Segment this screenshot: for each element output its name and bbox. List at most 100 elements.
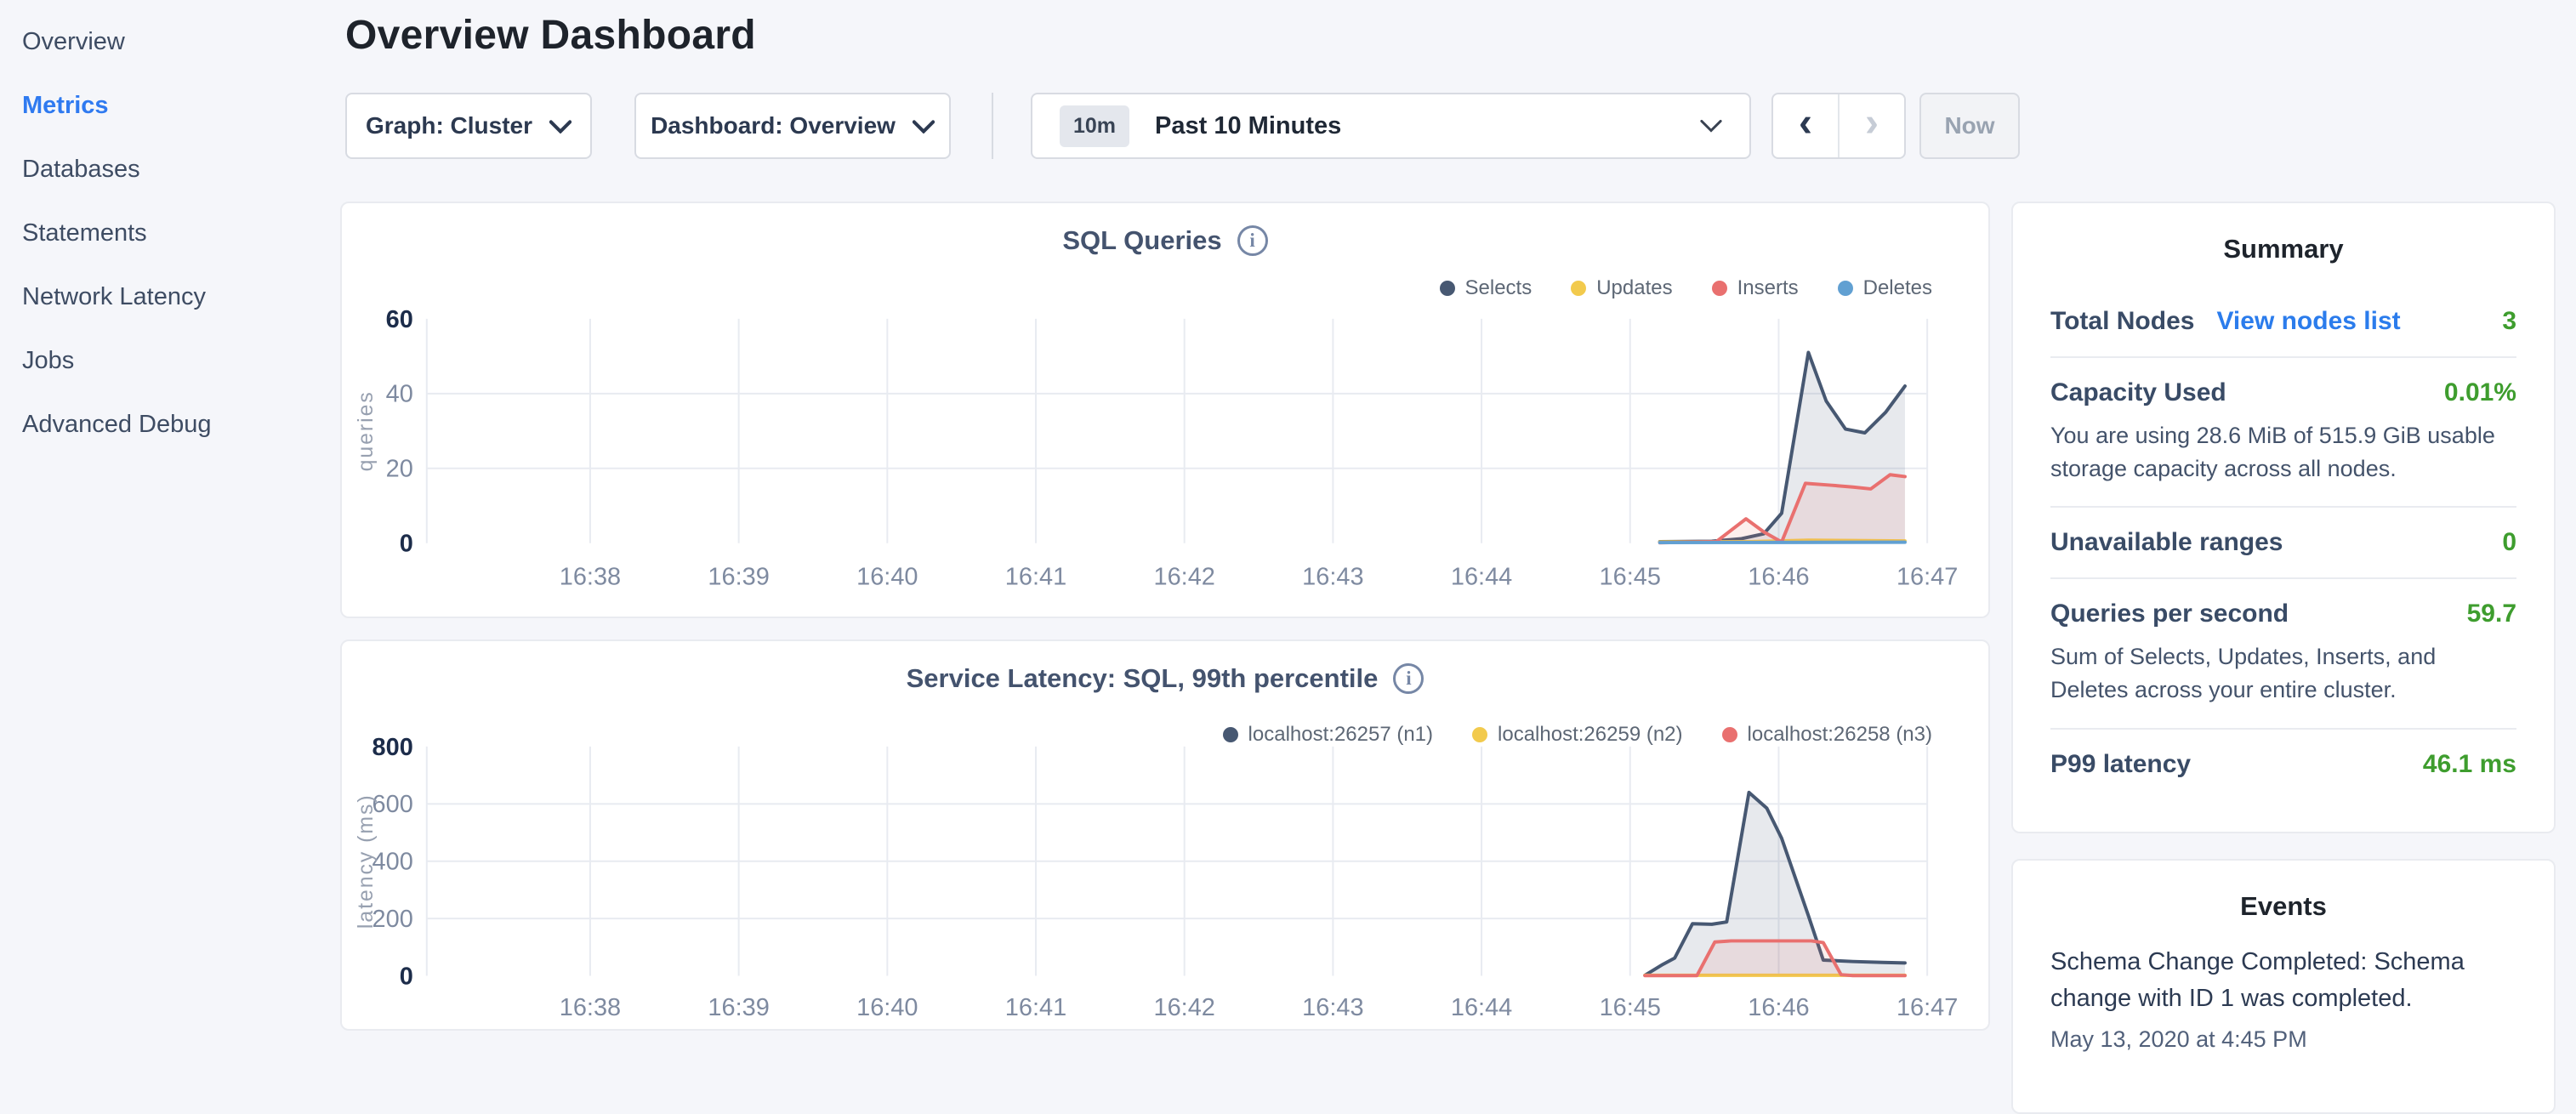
- summary-title: Summary: [2050, 234, 2516, 264]
- legend-item[interactable]: localhost:26258 (n3): [1722, 723, 1932, 747]
- summary-row-queries-per-second: Queries per second 59.7 Sum of Selects, …: [2050, 577, 2516, 727]
- chart-title: SQL Queries: [1062, 225, 1221, 256]
- sidebar: Overview Metrics Databases Statements Ne…: [0, 0, 340, 457]
- svg-text:20: 20: [386, 456, 413, 483]
- svg-text:0: 0: [400, 963, 413, 991]
- legend-label: Inserts: [1737, 276, 1799, 300]
- legend-label: localhost:26259 (n2): [1498, 723, 1682, 747]
- legend-dot-icon: [1472, 727, 1487, 742]
- toolbar: Graph: Cluster Dashboard: Overview 10m P…: [345, 93, 2576, 159]
- info-icon[interactable]: i: [1393, 663, 1424, 694]
- sidebar-item-metrics[interactable]: Metrics: [0, 74, 340, 138]
- svg-text:16:39: 16:39: [708, 994, 769, 1021]
- charts-column: SQL Queries i Selects Updates Inserts Delet…: [340, 202, 1990, 1114]
- time-pager: ‹ ›: [1771, 93, 1906, 159]
- svg-text:16:40: 16:40: [856, 994, 918, 1021]
- view-nodes-list-link[interactable]: View nodes list: [2216, 307, 2400, 336]
- dashboard-dropdown-label: Dashboard: Overview: [651, 112, 896, 139]
- sidebar-item-databases[interactable]: Databases: [0, 138, 340, 202]
- time-window-label: Past 10 Minutes: [1155, 112, 1341, 140]
- next-time-button[interactable]: ›: [1840, 94, 1904, 157]
- sidebar-item-network-latency[interactable]: Network Latency: [0, 265, 340, 329]
- legend-label: Updates: [1596, 276, 1672, 300]
- events-title: Events: [2050, 891, 2516, 922]
- svg-text:16:38: 16:38: [560, 563, 621, 590]
- events-panel: Events Schema Change Completed: Schema c…: [2011, 859, 2556, 1114]
- summary-label: P99 latency: [2050, 750, 2191, 779]
- summary-value: 0: [2502, 528, 2516, 557]
- chart-legend: localhost:26257 (n1) localhost:26259 (n2)…: [1223, 723, 1932, 747]
- chart-title: Service Latency: SQL, 99th percentile: [907, 663, 1379, 694]
- legend-item[interactable]: Selects: [1440, 276, 1533, 300]
- chevron-down-icon: [1700, 119, 1722, 133]
- event-text: Schema Change Completed: Schema change w…: [2050, 944, 2516, 1018]
- svg-text:16:44: 16:44: [1451, 563, 1512, 590]
- legend-dot-icon: [1571, 281, 1586, 296]
- svg-text:16:43: 16:43: [1302, 563, 1363, 590]
- summary-value: 59.7: [2467, 600, 2516, 628]
- legend-item[interactable]: Updates: [1571, 276, 1672, 300]
- summary-row-total-nodes: Total Nodes View nodes list 3: [2050, 287, 2516, 356]
- sidebar-item-advanced-debug[interactable]: Advanced Debug: [0, 393, 340, 457]
- summary-subtext: Sum of Selects, Updates, Inserts, and De…: [2050, 640, 2516, 707]
- svg-text:200: 200: [372, 906, 413, 933]
- svg-text:0: 0: [400, 531, 413, 558]
- summary-panel: Summary Total Nodes View nodes list 3 Ca…: [2011, 202, 2556, 833]
- sidebar-item-overview[interactable]: Overview: [0, 10, 340, 74]
- sidebar-item-statements[interactable]: Statements: [0, 202, 340, 265]
- event-item[interactable]: Schema Change Completed: Schema change w…: [2050, 944, 2516, 1053]
- svg-text:latency (ms): latency (ms): [354, 793, 378, 929]
- legend-item[interactable]: Deletes: [1838, 276, 1932, 300]
- legend-label: Deletes: [1863, 276, 1932, 300]
- svg-text:16:45: 16:45: [1600, 563, 1661, 590]
- svg-text:60: 60: [386, 306, 413, 333]
- summary-label: Queries per second: [2050, 600, 2289, 628]
- legend-dot-icon: [1712, 281, 1727, 296]
- legend-dot-icon: [1722, 727, 1737, 742]
- summary-label: Total Nodes: [2050, 307, 2194, 336]
- service-latency-chart-card: Service Latency: SQL, 99th percentile i …: [340, 639, 1990, 1031]
- svg-text:16:41: 16:41: [1005, 994, 1066, 1021]
- chevron-down-icon: [913, 112, 935, 139]
- now-button[interactable]: Now: [1919, 93, 2020, 159]
- svg-text:400: 400: [372, 849, 413, 876]
- legend-dot-icon: [1838, 281, 1853, 296]
- sql-queries-chart[interactable]: 16:3816:3916:4016:4116:4216:4316:4416:45…: [342, 203, 1988, 617]
- svg-text:16:41: 16:41: [1005, 563, 1066, 590]
- summary-row-capacity-used: Capacity Used 0.01% You are using 28.6 M…: [2050, 356, 2516, 506]
- svg-text:16:45: 16:45: [1600, 994, 1661, 1021]
- page-title: Overview Dashboard: [345, 12, 2576, 59]
- summary-subtext: You are using 28.6 MiB of 515.9 GiB usab…: [2050, 419, 2516, 486]
- sidebar-item-jobs[interactable]: Jobs: [0, 329, 340, 393]
- side-column: Summary Total Nodes View nodes list 3 Ca…: [2011, 202, 2556, 1114]
- summary-label: Capacity Used: [2050, 378, 2226, 407]
- svg-text:16:46: 16:46: [1748, 563, 1809, 590]
- sql-queries-chart-card: SQL Queries i Selects Updates Inserts Delet…: [340, 202, 1990, 618]
- graph-dropdown[interactable]: Graph: Cluster: [345, 93, 592, 159]
- legend-item[interactable]: localhost:26257 (n1): [1223, 723, 1433, 747]
- legend-dot-icon: [1440, 281, 1455, 296]
- legend-item[interactable]: Inserts: [1712, 276, 1799, 300]
- summary-value: 46.1 ms: [2423, 750, 2516, 779]
- legend-label: localhost:26258 (n3): [1748, 723, 1932, 747]
- svg-text:800: 800: [372, 734, 413, 761]
- prev-time-button[interactable]: ‹: [1773, 94, 1840, 157]
- svg-text:16:40: 16:40: [856, 563, 918, 590]
- chart-legend: Selects Updates Inserts Deletes: [1440, 276, 1933, 300]
- toolbar-divider: [992, 93, 993, 159]
- svg-text:16:47: 16:47: [1896, 994, 1958, 1021]
- service-latency-chart[interactable]: 16:3816:3916:4016:4116:4216:4316:4416:45…: [342, 641, 1988, 1029]
- legend-label: localhost:26257 (n1): [1248, 723, 1433, 747]
- svg-text:16:39: 16:39: [708, 563, 769, 590]
- svg-text:16:46: 16:46: [1748, 994, 1809, 1021]
- legend-item[interactable]: localhost:26259 (n2): [1472, 723, 1682, 747]
- svg-text:600: 600: [372, 791, 413, 818]
- dashboard-dropdown[interactable]: Dashboard: Overview: [634, 93, 951, 159]
- time-window-selector[interactable]: 10m Past 10 Minutes: [1031, 93, 1751, 159]
- info-icon[interactable]: i: [1237, 225, 1268, 256]
- summary-value: 3: [2502, 307, 2516, 336]
- svg-text:16:38: 16:38: [560, 994, 621, 1021]
- summary-row-p99-latency: P99 latency 46.1 ms: [2050, 728, 2516, 799]
- dashboard-content: SQL Queries i Selects Updates Inserts Delet…: [340, 202, 2576, 1114]
- svg-text:16:42: 16:42: [1154, 994, 1215, 1021]
